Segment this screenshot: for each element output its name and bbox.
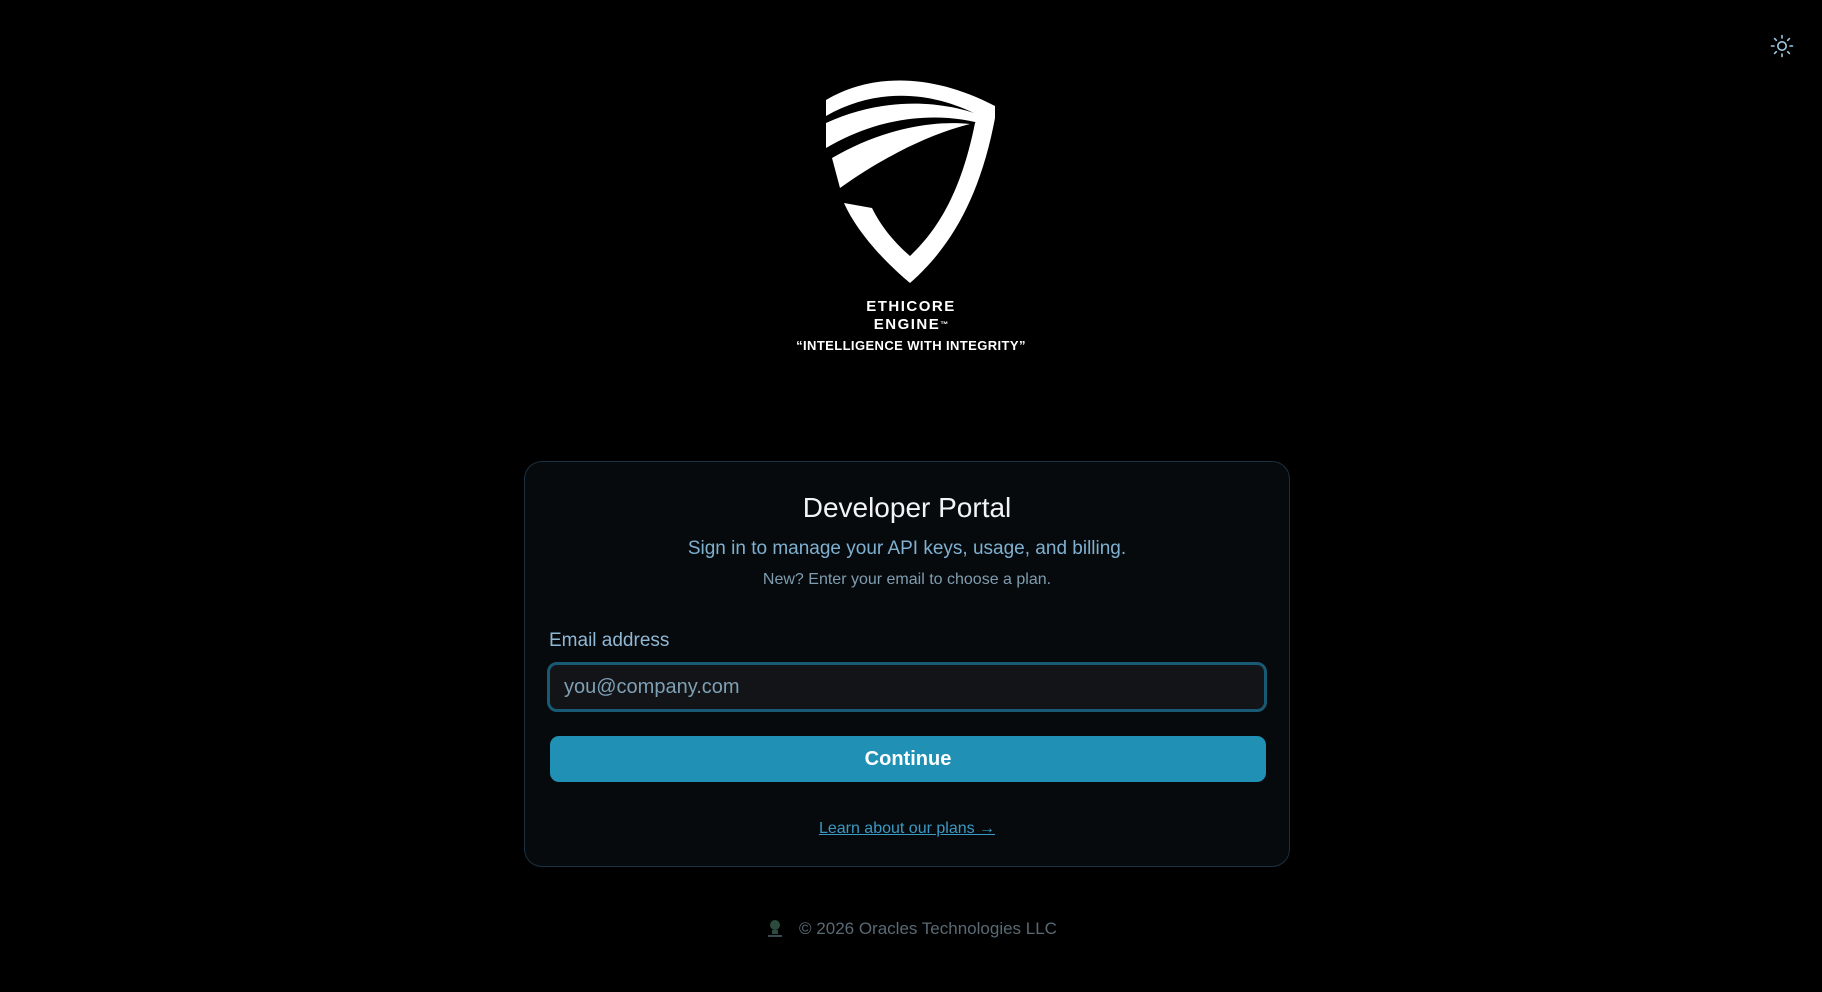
trademark-symbol: ™ [940, 320, 949, 329]
login-page: ETHICORE ENGINE™ “INTELLIGENCE WITH INTE… [0, 0, 1822, 992]
brand-name-line2: ENGINE™ [0, 316, 1822, 334]
shield-logo-icon [826, 80, 995, 283]
brand-tagline: “INTELLIGENCE WITH INTEGRITY” [796, 338, 1026, 353]
sign-in-card: Developer Portal Sign in to manage your … [524, 461, 1290, 867]
oracles-logo-icon [768, 920, 783, 937]
brand-name-engine: ENGINE [873, 316, 941, 333]
plans-link-wrapper: Learn about our plans → [525, 820, 1289, 838]
sun-icon [1770, 34, 1794, 58]
card-subtitle: Sign in to manage your API keys, usage, … [687, 538, 1127, 559]
copyright-text: © 2026 Oracles Technologies LLC [799, 919, 1057, 938]
brand-name: ETHICORE ENGINE™ [0, 298, 1822, 334]
brand-name-line1: ETHICORE [866, 298, 956, 315]
theme-toggle-button[interactable] [1766, 30, 1798, 62]
footer: © 2026 Oracles Technologies LLC [0, 918, 1822, 940]
continue-button[interactable]: Continue [550, 736, 1266, 782]
learn-about-plans-link[interactable]: Learn about our plans → [819, 820, 995, 837]
email-input[interactable] [547, 662, 1267, 712]
brand-block: ETHICORE ENGINE™ “INTELLIGENCE WITH INTE… [0, 78, 1822, 353]
email-label: Email address [549, 630, 670, 651]
card-title: Developer Portal [802, 492, 1012, 523]
card-note: New? Enter your email to choose a plan. [762, 571, 1052, 588]
